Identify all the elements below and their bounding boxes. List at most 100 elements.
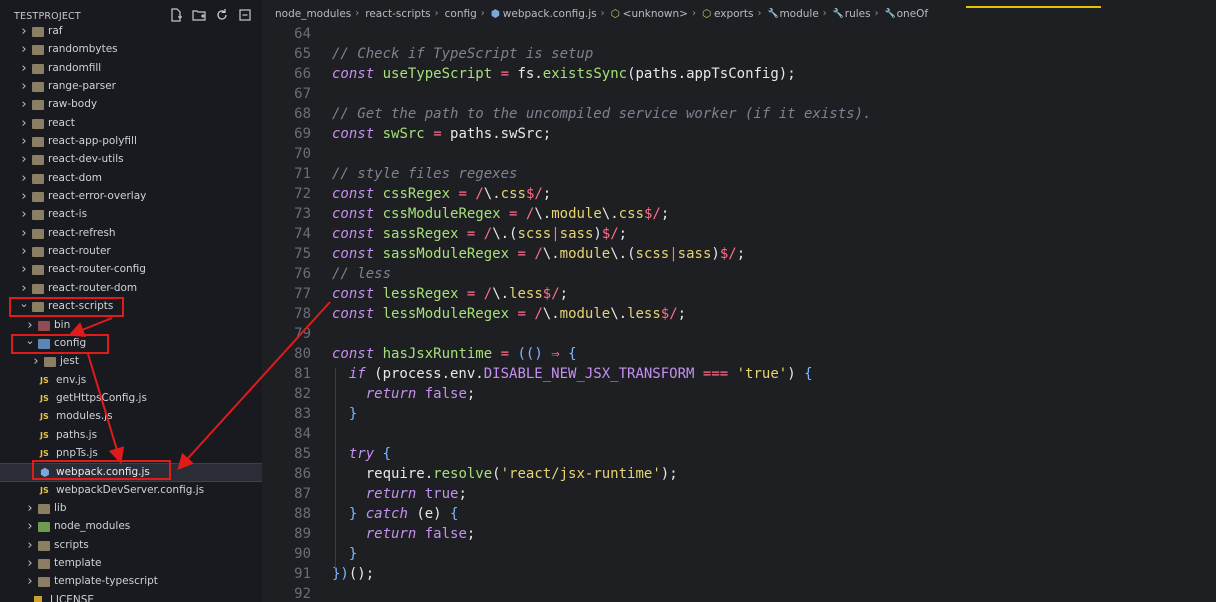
chevron-right-icon[interactable]: › [24, 518, 36, 536]
code-line[interactable]: if (process.env.DISABLE_NEW_JSX_TRANSFOR… [332, 366, 813, 382]
collapse-all-icon[interactable] [237, 8, 252, 23]
code-line[interactable]: const hasJsxRuntime = (() ⇒ { [332, 346, 577, 362]
tree-item-label: webpackDevServer.config.js [56, 483, 205, 496]
chevron-right-icon[interactable]: › [24, 537, 36, 555]
chevron-right-icon[interactable]: › [18, 23, 30, 41]
refresh-icon[interactable] [214, 8, 229, 23]
breadcrumb-item[interactable]: rules [845, 8, 871, 20]
new-folder-icon[interactable] [191, 8, 206, 23]
folder-icon [38, 338, 50, 349]
breadcrumb-item[interactable]: react-scripts [365, 8, 430, 20]
tree-item[interactable]: › lib [0, 500, 262, 518]
new-file-icon[interactable] [168, 8, 183, 23]
code-line[interactable]: require.resolve('react/jsx-runtime'); [332, 466, 678, 482]
chevron-right-icon[interactable]: › [18, 96, 30, 114]
chevron-right-icon[interactable]: › [18, 41, 30, 59]
tree-item[interactable]: › react-app-polyfill [0, 133, 262, 151]
chevron-right-icon[interactable]: › [24, 555, 36, 573]
tree-item[interactable]: › react-error-overlay [0, 188, 262, 206]
code-line[interactable]: return false; [332, 386, 476, 402]
code-line[interactable]: // Check if TypeScript is setup [332, 46, 593, 62]
code-line[interactable]: return false; [332, 526, 476, 542]
tree-item[interactable]: › randombytes [0, 41, 262, 59]
line-number: 66 [294, 66, 311, 82]
tree-item[interactable]: › react [0, 115, 262, 133]
code-line[interactable]: const lessModuleRegex = /\.module\.less$… [332, 306, 686, 322]
breadcrumb-item[interactable]: exports [714, 8, 753, 20]
chevron-right-icon[interactable]: › [18, 261, 30, 279]
tree-item[interactable]: › scripts [0, 537, 262, 555]
chevron-right-icon[interactable]: › [18, 115, 30, 133]
chevron-right-icon[interactable]: › [18, 243, 30, 261]
tree-item[interactable]: › react-router-dom [0, 280, 262, 298]
tree-item[interactable]: ⌄ react-scripts [0, 298, 262, 316]
tree-item[interactable]: › randomfill [0, 60, 262, 78]
line-number: 81 [294, 366, 311, 382]
tree-item[interactable]: LICENSE [0, 592, 262, 602]
code-line[interactable]: return true; [332, 486, 467, 502]
tree-item[interactable]: JS modules.js [0, 408, 262, 426]
code-line[interactable]: const swSrc = paths.swSrc; [332, 126, 551, 142]
tree-item[interactable]: › react-router [0, 243, 262, 261]
chevron-right-icon[interactable]: › [18, 280, 30, 298]
tree-item[interactable]: JS webpackDevServer.config.js [0, 482, 262, 500]
code-line[interactable]: const cssModuleRegex = /\.module\.css$/; [332, 206, 669, 222]
chevron-right-icon[interactable]: › [18, 78, 30, 96]
chevron-down-icon[interactable]: ⌄ [18, 298, 30, 316]
code-line[interactable]: } catch (e) { [332, 506, 459, 522]
tree-item[interactable]: JS getHttpsConfig.js [0, 390, 262, 408]
tree-item[interactable]: JS env.js [0, 372, 262, 390]
breadcrumb-item[interactable]: <unknown> [623, 8, 688, 20]
breadcrumb-item[interactable]: node_modules [275, 8, 351, 20]
code-line[interactable]: const sassRegex = /\.(scss|sass)$/; [332, 226, 627, 242]
tree-item[interactable]: › react-refresh [0, 225, 262, 243]
tree-item[interactable]: › range-parser [0, 78, 262, 96]
code-line[interactable]: try { [332, 446, 391, 462]
code-line[interactable]: // less [332, 266, 391, 282]
tree-item-selected[interactable]: ⬢ webpack.config.js [0, 463, 262, 482]
chevron-right-icon[interactable]: › [24, 317, 36, 335]
chevron-right-icon[interactable]: › [24, 573, 36, 591]
tree-item[interactable]: › raf [0, 23, 262, 41]
tree-item[interactable]: › jest [0, 353, 262, 371]
tree-item[interactable]: › template-typescript [0, 573, 262, 591]
tree-item[interactable]: › react-dev-utils [0, 151, 262, 169]
chevron-right-icon[interactable]: › [18, 225, 30, 243]
chevron-right-icon[interactable]: › [18, 133, 30, 151]
chevron-right-icon[interactable]: › [18, 151, 30, 169]
tree-item[interactable]: ⌄ config [0, 334, 262, 353]
chevron-right-icon[interactable]: › [18, 206, 30, 224]
breadcrumb-item[interactable]: module [779, 8, 818, 20]
folder-icon [32, 27, 44, 37]
tree-item[interactable]: JS paths.js [0, 427, 262, 445]
tree-item[interactable]: › node_modules [0, 518, 262, 536]
chevron-right-icon[interactable]: › [24, 500, 36, 518]
chevron-right-icon[interactable]: › [30, 353, 42, 371]
breadcrumb-item[interactable]: webpack.config.js [503, 8, 597, 20]
tree-item[interactable]: › react-is [0, 206, 262, 224]
tree-item[interactable]: JS pnpTs.js [0, 445, 262, 463]
tree-item[interactable]: › react-dom [0, 170, 262, 188]
tree-item[interactable]: › react-router-config [0, 261, 262, 279]
code-line[interactable]: const cssRegex = /\.css$/; [332, 186, 551, 202]
code-line[interactable]: })(); [332, 566, 374, 582]
chevron-right-icon[interactable]: › [18, 188, 30, 206]
tree-item-label: react-is [48, 208, 88, 221]
code-line[interactable]: // style files regexes [332, 166, 517, 182]
tree-item[interactable]: › bin [0, 317, 262, 335]
chevron-down-icon[interactable]: ⌄ [24, 334, 36, 353]
code-line[interactable]: const sassModuleRegex = /\.module\.(scss… [332, 246, 745, 262]
chevron-right-icon[interactable]: › [18, 60, 30, 78]
code-line[interactable]: const lessRegex = /\.less$/; [332, 286, 568, 302]
tree-item-label: env.js [56, 373, 87, 386]
tree-item[interactable]: › template [0, 555, 262, 573]
code-line[interactable]: // Get the path to the uncompiled servic… [332, 106, 871, 122]
tree-item[interactable]: › raw-body [0, 96, 262, 114]
breadcrumb-item[interactable]: config [445, 8, 477, 20]
code-area[interactable]: 64 65 // Check if TypeScript is setup 66 con… [263, 26, 1216, 602]
folder-icon [32, 45, 44, 56]
line-number: 75 [294, 246, 311, 262]
code-line[interactable]: const useTypeScript = fs.existsSync(path… [332, 66, 796, 82]
breadcrumb-item[interactable]: oneOf [897, 8, 929, 20]
chevron-right-icon[interactable]: › [18, 170, 30, 188]
